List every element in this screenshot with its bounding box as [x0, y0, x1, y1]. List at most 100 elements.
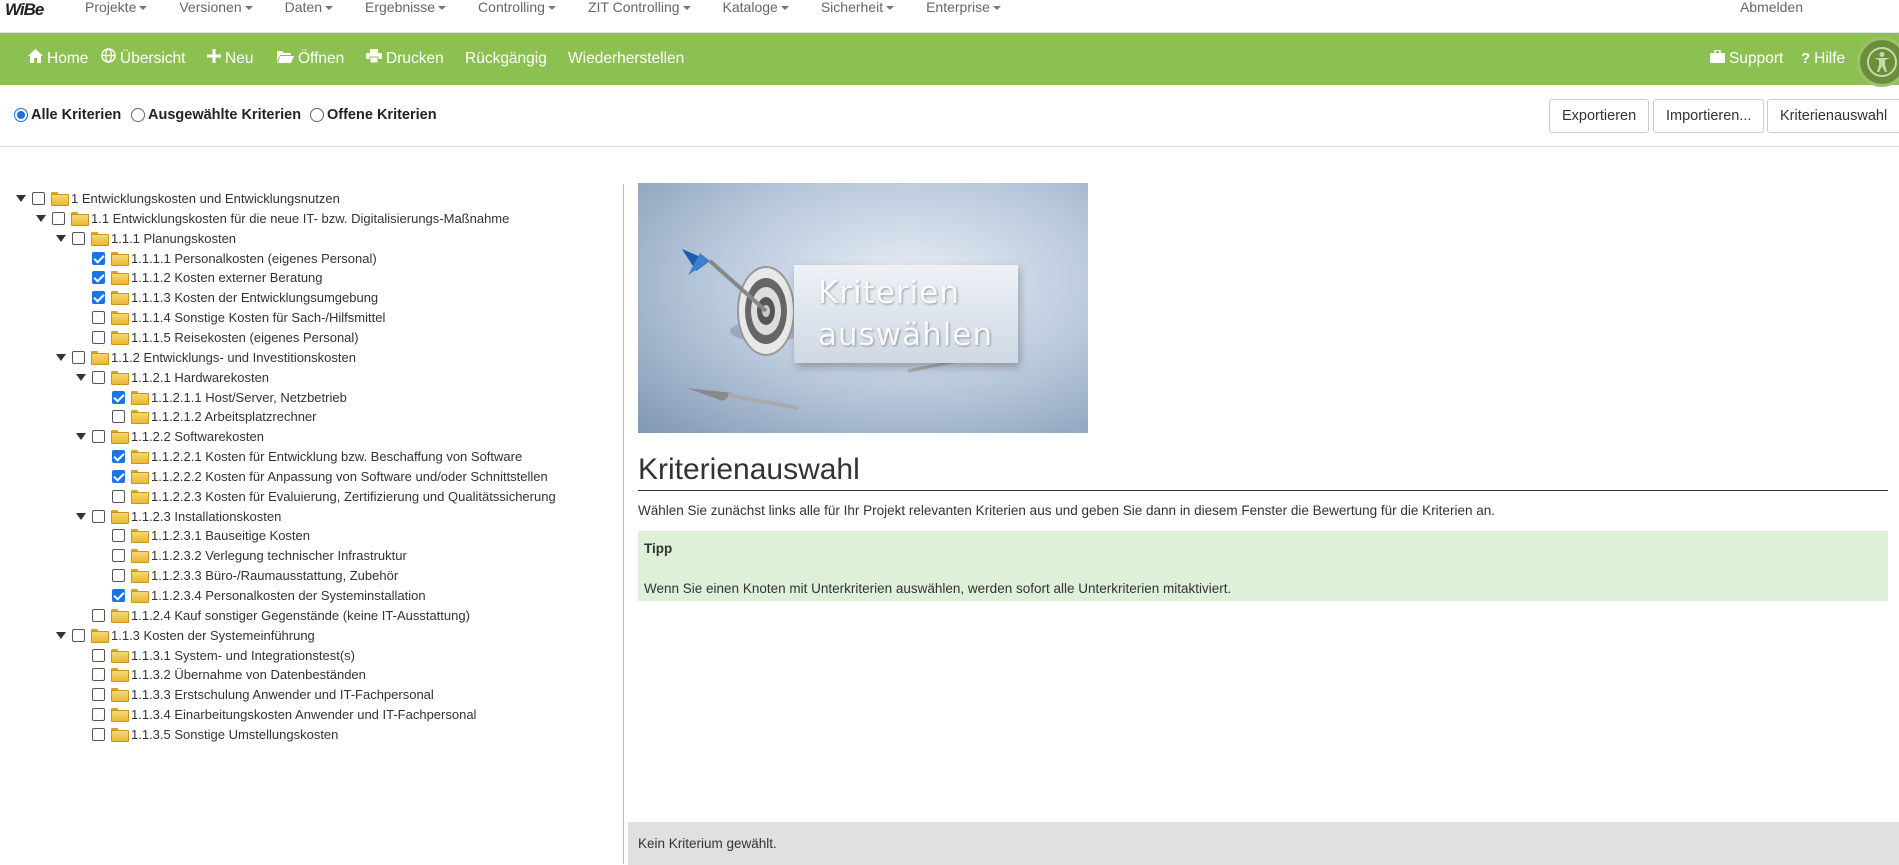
- criteria-selection-button[interactable]: Kriterienauswahl: [1767, 99, 1899, 133]
- criterion-checkbox[interactable]: [112, 390, 125, 404]
- criterion-checkbox[interactable]: [92, 648, 105, 662]
- tree-node-label[interactable]: 1 Entwicklungskosten und Entwicklungsnut…: [71, 191, 340, 206]
- wibe-logo[interactable]: WiBe: [5, 0, 44, 19]
- criterion-checkbox[interactable]: [32, 191, 45, 205]
- criterion-checkbox[interactable]: [92, 509, 105, 523]
- import-button[interactable]: Importieren...: [1653, 99, 1765, 133]
- criterion-checkbox[interactable]: [92, 707, 105, 721]
- logout-link[interactable]: Abmelden: [1740, 0, 1803, 14]
- menu-ergebnisse[interactable]: Ergebnisse: [365, 0, 462, 16]
- expand-toggle-icon[interactable]: [76, 511, 86, 521]
- criterion-checkbox[interactable]: [92, 687, 105, 701]
- criterion-checkbox[interactable]: [92, 270, 105, 284]
- tree-node-label[interactable]: 1.1.3.5 Sonstige Umstellungskosten: [131, 727, 338, 742]
- tree-node-label[interactable]: 1.1.2.3.3 Büro-/Raumausstattung, Zubehör: [151, 568, 398, 583]
- tree-node-label[interactable]: 1.1.1.5 Reisekosten (eigenes Personal): [131, 330, 359, 345]
- tree-node-label[interactable]: 1.1.2.1.2 Arbeitsplatzrechner: [151, 409, 317, 424]
- criterion-checkbox[interactable]: [112, 588, 125, 602]
- tree-node-label[interactable]: 1.1.1.3 Kosten der Entwicklungsumgebung: [131, 290, 378, 305]
- tree-node-label[interactable]: 1.1.3.1 System- und Integrationstest(s): [131, 648, 355, 663]
- criterion-checkbox[interactable]: [112, 469, 125, 483]
- criterion-checkbox[interactable]: [92, 310, 105, 324]
- radio-open-criteria[interactable]: Offene Kriterien: [310, 107, 437, 123]
- radio-selected-criteria[interactable]: Ausgewählte Kriterien: [131, 107, 301, 123]
- expand-toggle-icon[interactable]: [56, 630, 66, 640]
- expand-toggle-icon[interactable]: [56, 352, 66, 362]
- print-button[interactable]: Drucken: [366, 33, 444, 85]
- expand-toggle-icon[interactable]: [76, 431, 86, 441]
- tree-node-label[interactable]: 1.1.2.3.2 Verlegung technischer Infrastr…: [151, 548, 407, 563]
- criterion-checkbox[interactable]: [92, 429, 105, 443]
- criterion-checkbox[interactable]: [92, 370, 105, 384]
- tree-node-label[interactable]: 1.1.3 Kosten der Systemeinführung: [111, 628, 315, 643]
- expand-toggle-icon[interactable]: [36, 213, 46, 223]
- criterion-checkbox[interactable]: [92, 727, 105, 741]
- criterion-checkbox[interactable]: [92, 667, 105, 681]
- tree-node-label[interactable]: 1.1.1.4 Sonstige Kosten für Sach-/Hilfsm…: [131, 310, 385, 325]
- expand-toggle-icon[interactable]: [76, 372, 86, 382]
- tree-node-label[interactable]: 1.1.2.3.4 Personalkosten der Systeminsta…: [151, 588, 426, 603]
- radio-all-criteria[interactable]: Alle Kriterien: [14, 107, 121, 123]
- tree-node-label[interactable]: 1.1.1 Planungskosten: [111, 231, 236, 246]
- tree-node-label[interactable]: 1.1.1.2 Kosten externer Beratung: [131, 270, 323, 285]
- splitter[interactable]: [623, 184, 624, 864]
- tree-node-label[interactable]: 1.1.2.3.1 Bauseitige Kosten: [151, 528, 310, 543]
- criterion-checkbox[interactable]: [72, 628, 85, 642]
- globe-icon: [101, 33, 116, 85]
- criterion-checkbox[interactable]: [112, 568, 125, 582]
- criterion-checkbox[interactable]: [92, 330, 105, 344]
- folder-icon: [111, 311, 129, 325]
- criterion-checkbox[interactable]: [72, 231, 85, 245]
- undo-button[interactable]: Rückgängig: [465, 33, 547, 85]
- tree-node-label[interactable]: 1.1 Entwicklungskosten für die neue IT- …: [91, 211, 509, 226]
- criterion-checkbox[interactable]: [92, 608, 105, 622]
- new-button[interactable]: Neu: [207, 33, 253, 85]
- criterion-checkbox[interactable]: [72, 350, 85, 364]
- help-button[interactable]: ? Hilfe: [1801, 33, 1845, 85]
- tree-node-label[interactable]: 1.1.2.2.3 Kosten für Evaluierung, Zertif…: [151, 489, 556, 504]
- caret-down-icon: [992, 6, 1001, 11]
- expand-toggle-icon[interactable]: [56, 233, 66, 243]
- home-button[interactable]: Home: [28, 33, 88, 85]
- tree-node-label[interactable]: 1.1.3.2 Übernahme von Datenbeständen: [131, 667, 366, 682]
- criterion-checkbox[interactable]: [92, 251, 105, 265]
- menu-versionen[interactable]: Versionen: [179, 0, 268, 16]
- menu-controlling[interactable]: Controlling: [478, 0, 572, 16]
- tree-node-label[interactable]: 1.1.3.3 Erstschulung Anwender und IT-Fac…: [131, 687, 434, 702]
- support-button[interactable]: Support: [1710, 33, 1783, 85]
- tree-node-label[interactable]: 1.1.2.3 Installationskosten: [131, 509, 281, 524]
- tree-node-label[interactable]: 1.1.1.1 Personalkosten (eigenes Personal…: [131, 251, 377, 266]
- radio-dot[interactable]: [14, 108, 28, 122]
- tree-node-label[interactable]: 1.1.2.2.2 Kosten für Anpassung von Softw…: [151, 469, 548, 484]
- tree-node-label[interactable]: 1.1.2.4 Kauf sonstiger Gegenstände (kein…: [131, 608, 470, 623]
- criterion-checkbox[interactable]: [112, 489, 125, 503]
- criterion-checkbox[interactable]: [112, 409, 125, 423]
- tree-node-label[interactable]: 1.1.2.2.1 Kosten für Entwicklung bzw. Be…: [151, 449, 522, 464]
- menu-kataloge[interactable]: Kataloge: [723, 0, 805, 16]
- criterion-checkbox[interactable]: [112, 449, 125, 463]
- radio-dot[interactable]: [310, 108, 324, 122]
- export-button[interactable]: Exportieren: [1549, 99, 1650, 133]
- menu-zit-controlling[interactable]: ZIT Controlling: [588, 0, 707, 16]
- tree-node-label[interactable]: 1.1.2.2 Softwarekosten: [131, 429, 264, 444]
- open-button[interactable]: Öffnen: [277, 33, 344, 85]
- tree-node-label[interactable]: 1.1.2 Entwicklungs- und Investitionskost…: [111, 350, 356, 365]
- menu-daten[interactable]: Daten: [285, 0, 349, 16]
- tree-node-label[interactable]: 1.1.2.1 Hardwarekosten: [131, 370, 269, 385]
- criterion-checkbox[interactable]: [112, 548, 125, 562]
- menu-sicherheit[interactable]: Sicherheit: [821, 0, 910, 16]
- radio-dot[interactable]: [131, 108, 145, 122]
- accessibility-button[interactable]: [1857, 37, 1899, 87]
- criterion-checkbox[interactable]: [112, 528, 125, 542]
- overview-button[interactable]: Übersicht: [101, 33, 185, 85]
- menu-projekte[interactable]: Projekte: [85, 0, 163, 16]
- menu-enterprise[interactable]: Enterprise: [926, 0, 1017, 16]
- criterion-checkbox[interactable]: [52, 211, 65, 225]
- tree-node-label[interactable]: 1.1.3.4 Einarbeitungskosten Anwender und…: [131, 707, 476, 722]
- redo-button[interactable]: Wiederherstellen: [568, 33, 684, 85]
- caret-down-icon: [682, 6, 691, 11]
- expand-toggle-icon[interactable]: [16, 193, 26, 203]
- criterion-checkbox[interactable]: [92, 290, 105, 304]
- tree-node-label[interactable]: 1.1.2.1.1 Host/Server, Netzbetrieb: [151, 390, 347, 405]
- tree-node[interactable]: 1.1.3.5 Sonstige Umstellungskosten: [92, 722, 338, 746]
